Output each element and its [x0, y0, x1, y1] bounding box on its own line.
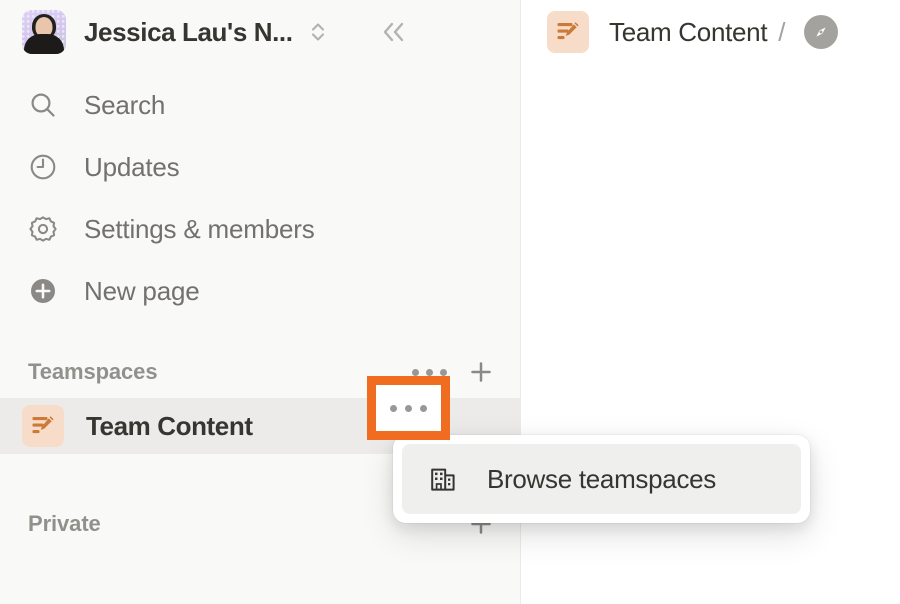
annotation-highlight-box: [367, 376, 450, 440]
search-icon: [26, 88, 60, 122]
sidebar-item-new-page[interactable]: New page: [0, 260, 520, 322]
sidebar-nav: Search Updates Settings & members New pa…: [0, 74, 520, 322]
ellipsis-icon[interactable]: [376, 385, 441, 431]
workspace-avatar: [22, 10, 66, 54]
sidebar-item-label: Updates: [84, 151, 180, 182]
sidebar-item-label: Search: [84, 89, 166, 120]
notion-app-window: Jessica Lau's N... Search Updates Settin…: [0, 0, 900, 604]
chevron-up-down-icon[interactable]: [307, 19, 329, 45]
breadcrumb: Team Content /: [521, 0, 900, 64]
sidebar-item-settings[interactable]: Settings & members: [0, 198, 520, 260]
sidebar-item-search[interactable]: Search: [0, 74, 520, 136]
breadcrumb-label[interactable]: Team Content: [609, 17, 768, 48]
sidebar-item-label: New page: [84, 275, 200, 306]
teamspaces-add-button[interactable]: [464, 355, 498, 389]
sidebar-item-updates[interactable]: Updates: [0, 136, 520, 198]
clock-icon: [26, 150, 60, 184]
menu-item-browse-teamspaces[interactable]: Browse teamspaces: [402, 444, 801, 514]
section-title: Teamspaces: [28, 359, 158, 384]
sidebar-item-label: Settings & members: [84, 213, 315, 244]
double-chevron-left-icon[interactable]: [377, 17, 411, 47]
compass-icon[interactable]: [803, 15, 838, 49]
team-content-icon: [22, 405, 64, 447]
team-content-icon: [547, 11, 589, 53]
workspace-switcher-row[interactable]: Jessica Lau's N...: [0, 0, 520, 64]
teamspaces-dropdown-menu: Browse teamspaces: [393, 435, 810, 523]
sidebar-item-label: Team Content: [86, 410, 253, 441]
workspace-title: Jessica Lau's N...: [84, 16, 293, 47]
section-title: Private: [28, 511, 101, 536]
building-icon: [426, 462, 460, 496]
menu-item-label: Browse teamspaces: [487, 463, 717, 494]
breadcrumb-separator: /: [778, 16, 786, 47]
gear-icon: [26, 212, 60, 246]
plus-circle-icon: [26, 274, 60, 308]
